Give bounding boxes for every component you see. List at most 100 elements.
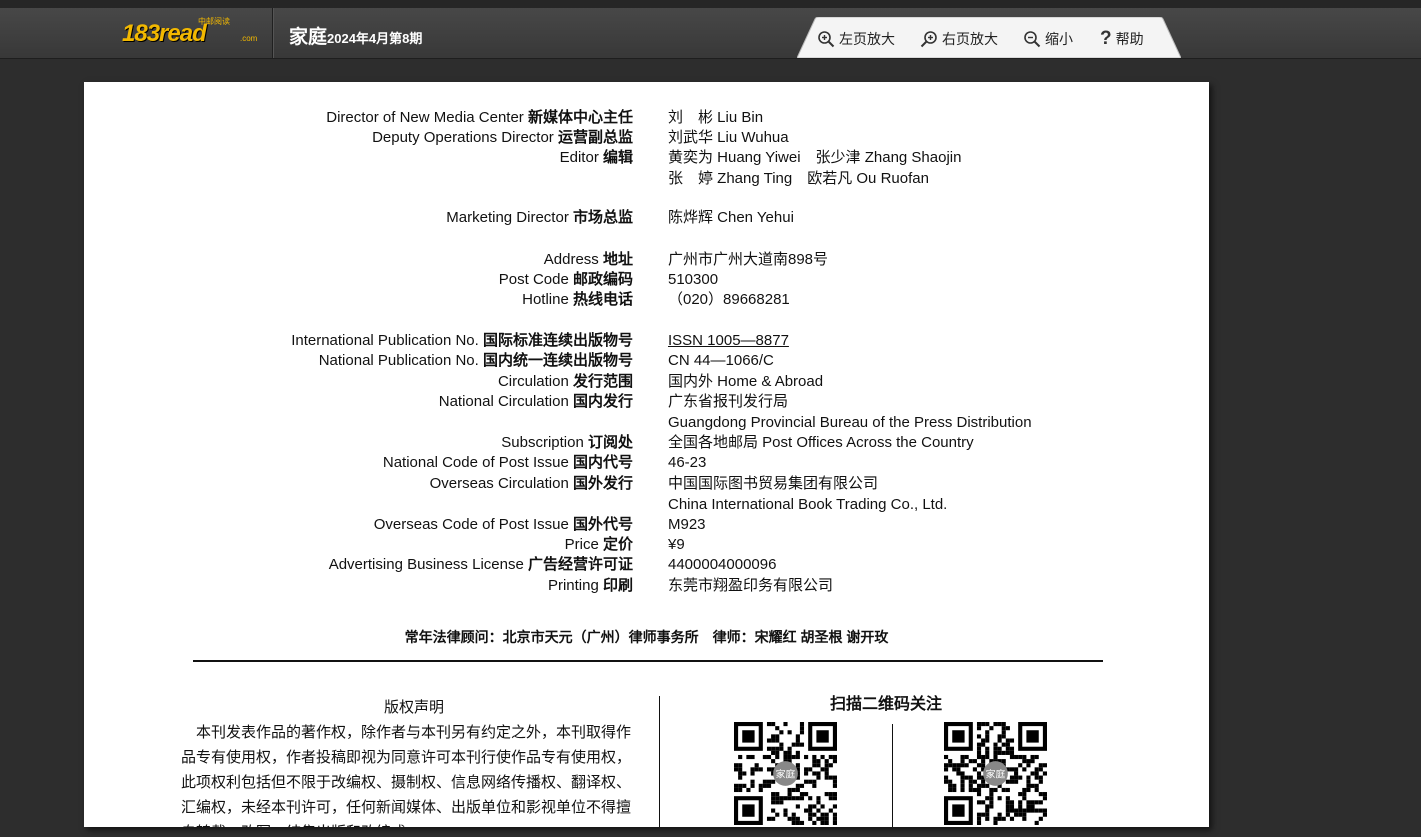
masthead-label: Subscription 订阅处 bbox=[501, 433, 633, 453]
zoom-right-button[interactable]: 右页放大 bbox=[920, 29, 998, 49]
masthead-label-en: Advertising Business License bbox=[328, 556, 528, 573]
help-icon: ? bbox=[1100, 28, 1112, 49]
masthead-label-en: Editor bbox=[559, 149, 603, 166]
logo-domain: .com bbox=[240, 34, 258, 43]
masthead-label: Address 地址 bbox=[544, 250, 633, 270]
zoom-left-label: 左页放大 bbox=[839, 31, 895, 47]
masthead-label: Deputy Operations Director 运营副总监 bbox=[372, 128, 633, 148]
masthead-value: China International Book Trading Co., Lt… bbox=[668, 495, 948, 513]
masthead-label-en: National Publication No. bbox=[318, 352, 483, 369]
masthead-value: 张 婷 Zhang Ting 欧若凡 Ou Ruofan bbox=[668, 169, 929, 187]
masthead-label-cn: 发行范围 bbox=[572, 373, 633, 390]
masthead-label-en: International Publication No. bbox=[291, 332, 483, 349]
masthead-label: Printing 印刷 bbox=[548, 576, 633, 596]
masthead-value: （020）89668281 bbox=[668, 291, 790, 308]
masthead-label-en: Overseas Circulation bbox=[429, 475, 573, 492]
magazine-page: Director of New Media Center 新媒体中心主任 刘 彬 … bbox=[84, 82, 1209, 827]
masthead-value: 4400004000096 bbox=[668, 556, 777, 573]
masthead-value: 广东省报刊发行局 bbox=[668, 393, 789, 410]
masthead-label: Overseas Circulation 国外发行 bbox=[430, 474, 633, 494]
masthead-label-en: Deputy Operations Director bbox=[372, 129, 558, 146]
masthead-label: Price 定价 bbox=[565, 535, 633, 555]
masthead-value: M923 bbox=[668, 516, 706, 533]
qr-code-left: 家庭 bbox=[734, 722, 837, 825]
masthead-label: Editor 编辑 bbox=[560, 148, 633, 168]
zoom-right-label: 右页放大 bbox=[942, 31, 998, 47]
masthead-label-en: Circulation bbox=[497, 373, 573, 390]
masthead-label-cn: 编辑 bbox=[602, 149, 633, 166]
magazine-name: 家庭 bbox=[289, 27, 328, 48]
column-divider bbox=[659, 696, 660, 827]
qr-center-label: 家庭 bbox=[776, 768, 796, 781]
masthead-label: National Circulation 国内发行 bbox=[439, 392, 633, 412]
qr-divider bbox=[892, 724, 893, 827]
masthead-value: 46-23 bbox=[668, 454, 707, 471]
masthead-label: Hotline 热线电话 bbox=[522, 290, 633, 310]
zoom-in-icon bbox=[817, 30, 835, 48]
header-divider bbox=[272, 8, 273, 58]
qr-title: 扫描二维码关注 bbox=[830, 696, 943, 713]
masthead-value: 中国国际图书贸易集团有限公司 bbox=[668, 475, 879, 492]
masthead-label-cn: 国内代号 bbox=[572, 454, 633, 471]
masthead-label-cn: 广告经营许可证 bbox=[527, 556, 633, 573]
zoom-out-label: 缩小 bbox=[1045, 31, 1073, 47]
site-logo[interactable]: 183read 中邮阅读 .com bbox=[122, 17, 262, 47]
masthead-label: Post Code 邮政编码 bbox=[499, 270, 633, 290]
masthead-value: ISSN 1005—8877 bbox=[668, 332, 789, 349]
masthead-label: International Publication No. 国际标准连续出版物号 bbox=[291, 331, 633, 351]
masthead-label-en: Hotline bbox=[522, 291, 573, 308]
masthead-label: Advertising Business License 广告经营许可证 bbox=[329, 555, 633, 575]
masthead-label-en: Overseas Code of Post Issue bbox=[373, 516, 573, 533]
masthead-value: ¥9 bbox=[668, 536, 685, 553]
masthead-value: 刘 彬 Liu Bin bbox=[668, 109, 764, 126]
masthead-label-cn: 国内发行 bbox=[572, 393, 633, 410]
masthead-value: 广州市广州大道南898号 bbox=[668, 251, 829, 268]
zoom-in-icon bbox=[920, 30, 938, 48]
qr-center-label: 家庭 bbox=[986, 768, 1006, 781]
masthead-label-cn: 国外发行 bbox=[572, 475, 633, 492]
top-bar: 183read 中邮阅读 .com 家庭2024年4月第8期 左页放大 右页放大… bbox=[0, 0, 1421, 59]
masthead-label-cn: 国内统一连续出版物号 bbox=[482, 352, 633, 369]
logo-subtext: 中邮阅读 bbox=[198, 17, 230, 26]
zoom-out-icon bbox=[1023, 30, 1041, 48]
masthead-label-en: National Code of Post Issue bbox=[382, 454, 573, 471]
masthead-label-cn: 邮政编码 bbox=[572, 271, 633, 288]
masthead-label-cn: 新媒体中心主任 bbox=[527, 109, 633, 126]
logo-text: 183read bbox=[122, 20, 207, 47]
masthead-label-cn: 市场总监 bbox=[572, 209, 633, 226]
masthead-label: Director of New Media Center 新媒体中心主任 bbox=[326, 108, 633, 128]
masthead-value: 510300 bbox=[668, 271, 719, 288]
masthead-value: 黄奕为 Huang Yiwei 张少津 Zhang Shaojin bbox=[668, 149, 962, 166]
masthead-label-cn: 运营副总监 bbox=[557, 129, 633, 146]
masthead-label-en: Printing bbox=[547, 577, 603, 594]
masthead-label-en: Director of New Media Center bbox=[326, 109, 528, 126]
masthead-label: Overseas Code of Post Issue 国外代号 bbox=[374, 515, 633, 535]
magazine-title: 家庭2024年4月第8期 bbox=[289, 22, 422, 49]
masthead-label-cn: 定价 bbox=[602, 536, 633, 553]
masthead-value: 刘武华 Liu Wuhua bbox=[668, 129, 789, 146]
magazine-issue: 2024年4月第8期 bbox=[327, 31, 423, 46]
masthead-value: Guangdong Provincial Bureau of the Press… bbox=[668, 413, 1032, 431]
masthead-label-en: Address bbox=[543, 251, 603, 268]
masthead-value: 国内外 Home & Abroad bbox=[668, 373, 824, 390]
masthead-label-cn: 订阅处 bbox=[587, 434, 633, 451]
masthead-value: 东莞市翔盈印务有限公司 bbox=[668, 577, 834, 594]
zoom-out-button[interactable]: 缩小 bbox=[1023, 29, 1073, 49]
masthead-label-en: Marketing Director bbox=[446, 209, 573, 226]
masthead-label: National Code of Post Issue 国内代号 bbox=[383, 453, 633, 473]
masthead-label-en: Subscription bbox=[501, 434, 588, 451]
copyright-title: 版权声明 bbox=[384, 699, 445, 716]
masthead-label-en: National Circulation bbox=[438, 393, 573, 410]
zoom-left-button[interactable]: 左页放大 bbox=[817, 29, 895, 49]
masthead-label-cn: 地址 bbox=[602, 251, 633, 268]
section-divider bbox=[193, 660, 1103, 662]
help-button[interactable]: ? 帮助 bbox=[1100, 28, 1144, 49]
masthead-label: Marketing Director 市场总监 bbox=[446, 208, 633, 228]
masthead-value: 陈烨辉 Chen Yehui bbox=[668, 209, 794, 226]
masthead-label: National Publication No. 国内统一连续出版物号 bbox=[319, 351, 633, 371]
masthead-label-en: Post Code bbox=[498, 271, 573, 288]
masthead-label-cn: 热线电话 bbox=[572, 291, 633, 308]
masthead-label-cn: 印刷 bbox=[602, 577, 633, 594]
masthead-label-en: Price bbox=[564, 536, 603, 553]
reader-toolbar: 左页放大 右页放大 缩小 ? 帮助 bbox=[797, 17, 1181, 58]
